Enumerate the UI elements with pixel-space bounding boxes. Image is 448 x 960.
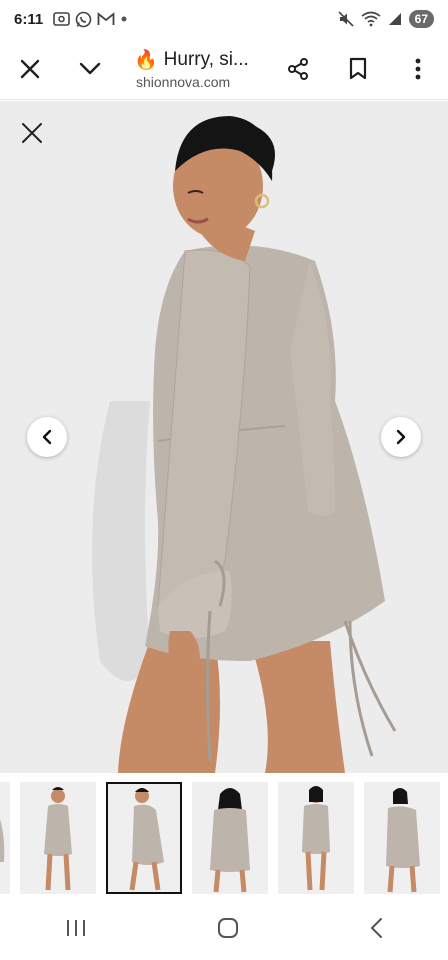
close-viewer-button[interactable] — [16, 117, 48, 149]
system-navigation-bar — [0, 900, 448, 960]
thumbnail-image — [278, 782, 354, 894]
status-bar: 6:11 67 — [0, 0, 448, 38]
status-time: 6:11 — [14, 10, 44, 28]
notification-icons — [53, 11, 128, 28]
thumbnail-strip[interactable] — [0, 779, 448, 897]
thumbnail-item[interactable] — [0, 782, 10, 894]
battery-indicator: 67 — [408, 10, 434, 28]
page-title-text: Hurry, si... — [163, 48, 249, 70]
bookmark-button[interactable] — [328, 38, 388, 100]
wifi-6e-icon — [361, 11, 381, 27]
fire-emoji-icon: 🔥 — [134, 49, 158, 71]
more-options-button[interactable] — [388, 38, 448, 100]
page-title: 🔥 Hurry, si... — [134, 48, 268, 72]
thumbnail-item[interactable] — [192, 782, 268, 894]
thumbnail-image — [20, 782, 96, 894]
thumbnail-image — [0, 782, 10, 894]
back-icon — [371, 917, 382, 938]
thumbnail-image — [108, 784, 180, 892]
chevron-left-icon — [42, 429, 52, 445]
custom-tab-toolbar: 🔥 Hurry, si... shionnova.com — [0, 38, 448, 100]
chevron-down-icon — [79, 62, 101, 74]
gmail-icon — [97, 12, 115, 25]
share-icon — [288, 57, 308, 80]
screenshot-icon — [53, 12, 71, 26]
signal-icon — [388, 13, 401, 25]
share-button[interactable] — [268, 38, 328, 100]
product-image-viewer[interactable] — [0, 101, 448, 773]
previous-image-button[interactable] — [27, 417, 67, 457]
thumbnail-item-selected[interactable] — [106, 782, 182, 894]
whatsapp-icon — [75, 11, 92, 27]
home-button[interactable] — [217, 917, 239, 944]
recent-apps-icon — [67, 919, 85, 936]
more-vert-icon — [415, 58, 421, 79]
close-icon — [22, 123, 42, 143]
close-tab-button[interactable] — [0, 38, 60, 100]
page-url: shionnova.com — [136, 73, 231, 90]
thumbnail-item[interactable] — [364, 782, 440, 894]
page-title-area[interactable]: 🔥 Hurry, si... shionnova.com — [120, 48, 268, 90]
close-icon — [20, 59, 40, 78]
next-image-button[interactable] — [381, 417, 421, 457]
home-icon — [218, 917, 238, 938]
dot-icon — [121, 16, 127, 22]
thumbnail-image — [192, 782, 268, 894]
thumbnail-image — [364, 782, 440, 894]
recent-apps-button[interactable] — [65, 918, 87, 943]
back-button[interactable] — [369, 917, 383, 944]
minimize-tab-button[interactable] — [60, 38, 120, 100]
mute-icon — [338, 11, 354, 27]
thumbnail-item[interactable] — [278, 782, 354, 894]
thumbnail-item[interactable] — [20, 782, 96, 894]
chevron-right-icon — [396, 429, 406, 445]
bookmark-icon — [349, 57, 367, 79]
